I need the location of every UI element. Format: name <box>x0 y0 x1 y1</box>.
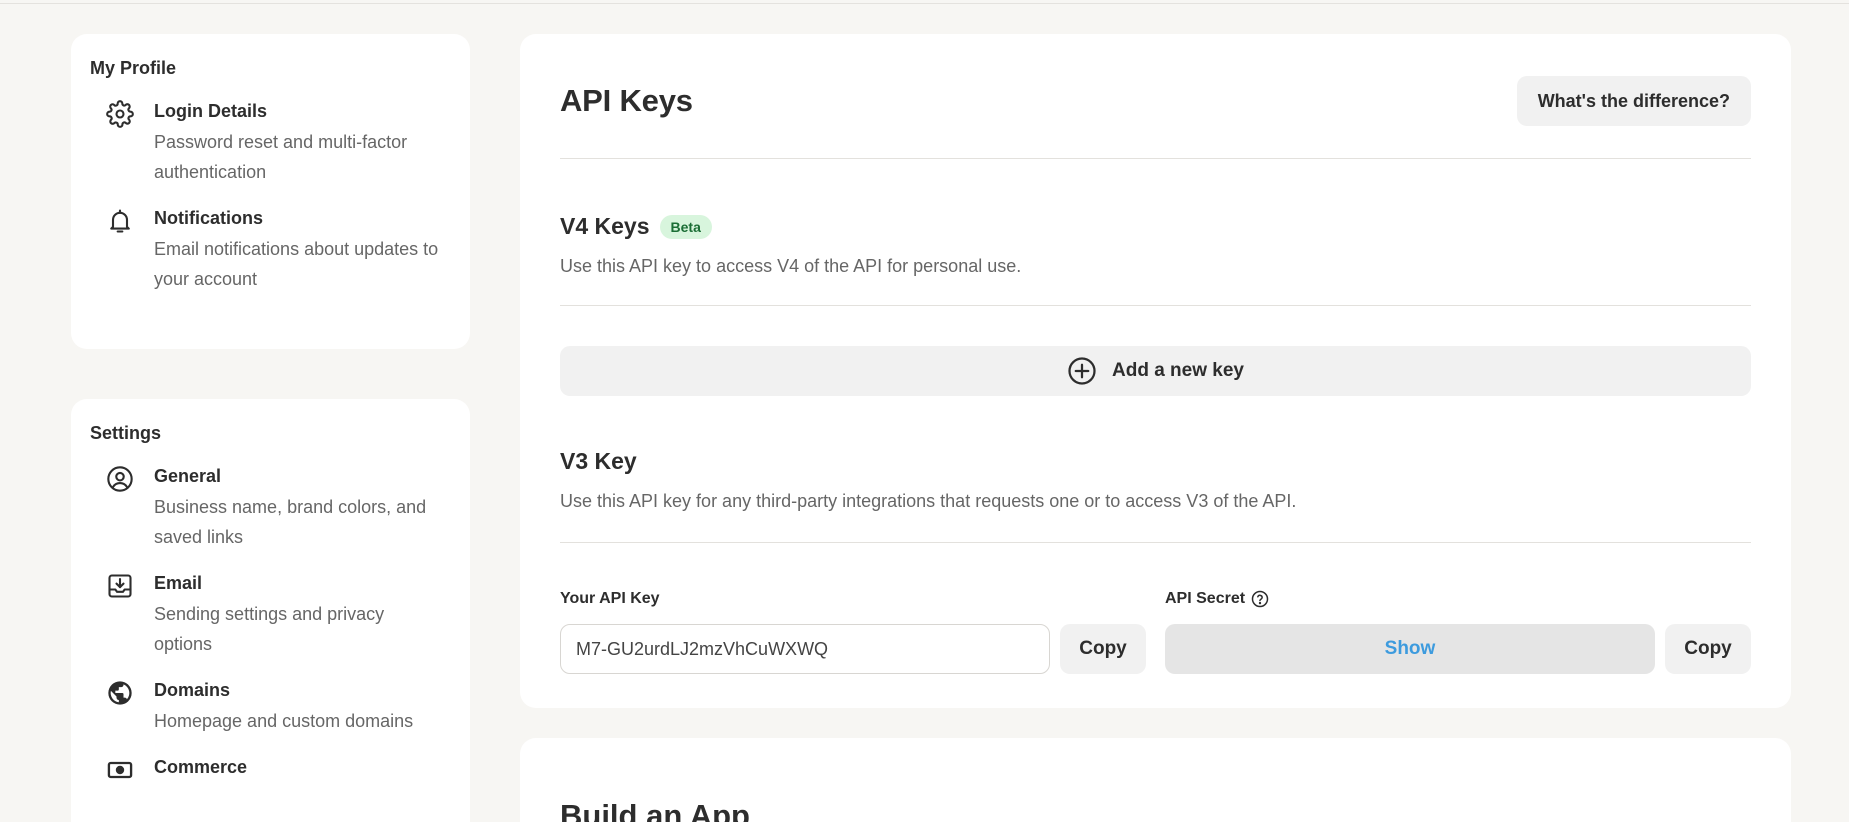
api-key-group: Your API Key Copy <box>560 588 1151 674</box>
sidebar-item-label: Login Details <box>154 101 268 121</box>
api-secret-group: API Secret Show Copy <box>1165 588 1751 674</box>
sidebar-item-email[interactable]: Email Sending settings and privacy optio… <box>90 571 450 659</box>
build-app-title: Build an App <box>560 798 750 822</box>
v3-key-title: V3 Key <box>560 448 637 474</box>
sidebar-item-label: Email <box>154 573 203 593</box>
copy-secret-button[interactable]: Copy <box>1665 624 1751 674</box>
sidebar-item-domains[interactable]: Domains Homepage and custom domains <box>90 678 450 736</box>
sidebar-item-desc: Email notifications about updates to you… <box>154 239 439 289</box>
api-key-input[interactable] <box>560 624 1050 674</box>
v3-key-description: Use this API key for any third-party int… <box>560 491 1297 511</box>
api-secret-label-row: API Secret <box>1165 588 1751 610</box>
sidebar-item-desc: Business name, brand colors, and saved l… <box>154 497 427 547</box>
api-keys-card: API Keys What's the difference? V4 Keys … <box>520 34 1791 708</box>
beta-badge: Beta <box>659 214 712 239</box>
v4-keys-section: V4 Keys Beta Use this API key to access … <box>560 159 1751 306</box>
v4-keys-description: Use this API key to access V4 of the API… <box>560 256 1022 276</box>
v3-key-section: V3 Key Use this API key for any third-pa… <box>560 396 1751 543</box>
user-circle-icon <box>90 464 154 493</box>
sidebar-item-label: Commerce <box>154 757 248 777</box>
api-secret-label: API Secret <box>1165 590 1246 607</box>
sidebar-item-desc: Password reset and multi-factor authenti… <box>154 132 408 182</box>
sidebar-item-login-details[interactable]: Login Details Password reset and multi-f… <box>90 99 450 187</box>
api-keys-header: API Keys What's the difference? <box>560 34 1751 159</box>
sidebar-item-desc: Sending settings and privacy options <box>154 604 385 654</box>
page-title: API Keys <box>560 83 693 118</box>
sidebar-item-commerce[interactable]: Commerce <box>90 755 450 784</box>
help-circle-icon[interactable] <box>1251 590 1269 608</box>
banknote-icon <box>90 755 154 784</box>
globe-icon <box>90 678 154 707</box>
sidebar-item-label: Notifications <box>154 208 264 228</box>
add-new-key-button[interactable]: Add a new key <box>560 346 1751 396</box>
profile-title: My Profile <box>90 58 177 78</box>
copy-api-key-button[interactable]: Copy <box>1060 624 1146 674</box>
whats-the-difference-button[interactable]: What's the difference? <box>1516 76 1751 126</box>
inbox-download-icon <box>90 571 154 600</box>
sidebar-item-desc: Homepage and custom domains <box>154 711 414 731</box>
add-new-key-label: Add a new key <box>1112 360 1244 381</box>
top-divider <box>0 3 1849 4</box>
gear-icon <box>90 99 154 128</box>
sidebar-item-label: General <box>154 466 222 486</box>
sidebar-item-notifications[interactable]: Notifications Email notifications about … <box>90 206 450 294</box>
plus-circle-icon <box>1068 357 1096 385</box>
v4-keys-title: V4 Keys <box>560 213 650 239</box>
build-app-card: Build an App <box>520 738 1791 822</box>
keys-row: Your API Key Copy API Secret Show Copy <box>560 588 1751 674</box>
settings-title: Settings <box>90 423 162 443</box>
bell-icon <box>90 206 154 235</box>
sidebar-item-general[interactable]: General Business name, brand colors, and… <box>90 464 450 552</box>
settings-card: Settings General Business name, brand co… <box>71 399 470 822</box>
api-key-label: Your API Key <box>560 590 660 607</box>
show-secret-button[interactable]: Show <box>1165 624 1655 674</box>
profile-card: My Profile Login Details Password reset … <box>71 34 470 349</box>
sidebar-item-label: Domains <box>154 680 231 700</box>
